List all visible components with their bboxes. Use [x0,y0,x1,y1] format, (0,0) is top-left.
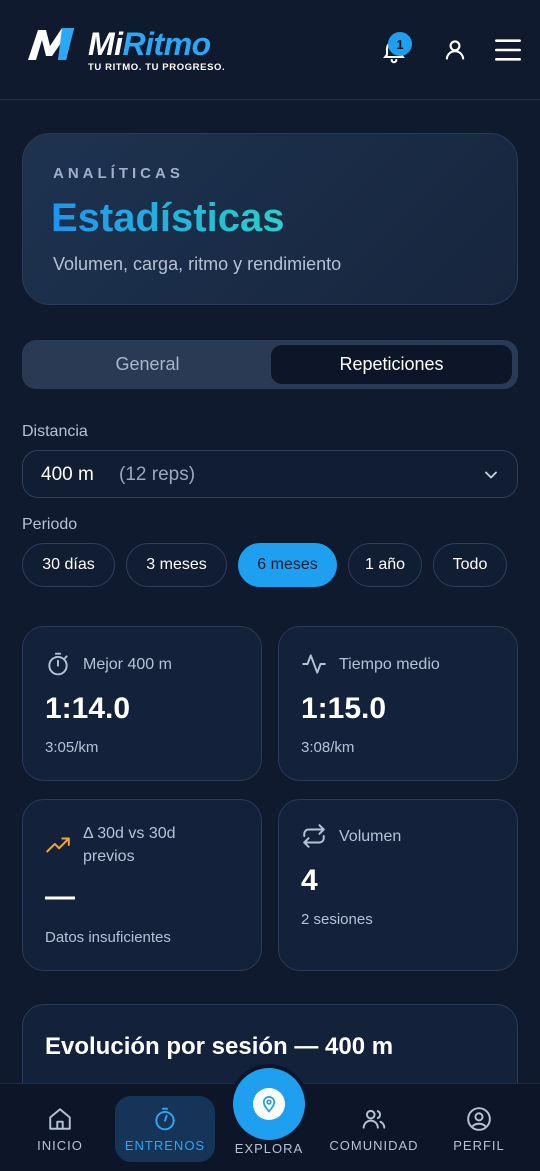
page-title: Estadísticas [51,192,284,244]
stat-card-avg: Tiempo medio 1:15.0 3:08/km [278,626,518,781]
stat-value: 1:14.0 [45,692,131,725]
brand-mi: Mi [88,26,123,62]
distance-value: 400 m [41,464,94,485]
stopwatch-icon [155,1107,175,1131]
users-icon [362,1109,386,1129]
brand-ritmo: Ritmo [122,26,212,62]
nav-label: PERFIL [453,1138,505,1153]
stopwatch-icon [48,652,68,676]
map-pin-icon [262,1096,276,1113]
evolution-title: Evolución por sesión — 400 m [45,1033,394,1060]
user-icon[interactable] [441,36,469,64]
nav-label: ENTRENOS [124,1138,206,1153]
stat-title: Tiempo medio [339,656,440,673]
stat-sub: 2 sesiones [301,911,373,928]
nav-label-explora[interactable]: EXPLORA [219,1141,319,1156]
notification-badge[interactable]: 1 [388,32,412,56]
hamburger-menu-icon[interactable] [494,36,522,64]
stat-title: Volumen [339,828,402,845]
stat-title: Δ 30d vs 30d previos [83,822,176,868]
segmented-tabs: General Repeticiones [22,340,518,389]
user-circle-icon [467,1107,491,1131]
stat-title-line1: Δ 30d vs 30d [83,825,176,842]
repeat-icon [303,824,325,848]
tab-repeticiones[interactable]: Repeticiones [271,345,512,384]
distance-reps: (12 reps) [119,464,196,485]
stat-value: 1:15.0 [301,692,387,725]
trending-up-icon [46,837,70,853]
nav-item-entrenos[interactable]: ENTRENOS [115,1096,215,1162]
period-chip-1y[interactable]: 1 año [348,543,422,587]
explora-fab-inner [253,1088,285,1120]
tab-general[interactable]: General [27,345,268,384]
pulse-icon [302,654,326,674]
stat-sub: 3:08/km [301,739,355,756]
period-chip-30d[interactable]: 30 días [22,543,115,587]
app-header: MiRitmo TU RITMO. TU PROGRESO. 1 [0,0,540,100]
nav-item-comunidad[interactable]: COMUNIDAD [324,1096,424,1162]
period-chip-3m[interactable]: 3 meses [126,543,227,587]
nav-label: INICIO [37,1138,83,1153]
period-label: Periodo [22,516,78,533]
stat-sub: Datos insuficientes [45,929,171,946]
period-chip-6m[interactable]: 6 meses [238,543,337,587]
brand-tagline: TU RITMO. TU PROGRESO. [88,62,226,73]
stat-card-delta: Δ 30d vs 30d previos — Datos insuficient… [22,799,262,971]
stat-value: 4 [301,864,318,897]
nav-item-perfil[interactable]: PERFIL [429,1096,529,1162]
brand-logo[interactable]: MiRitmo TU RITMO. TU PROGRESO. [26,24,246,74]
nav-label: COMUNIDAD [329,1138,419,1153]
stat-sub: 3:05/km [45,739,99,756]
stat-card-volume: Volumen 4 2 sesiones [278,799,518,971]
stat-value: — [45,880,75,913]
distance-select[interactable]: 400 m (12 reps) [22,450,518,498]
page-subtitle: Volumen, carga, ritmo y rendimiento [53,254,342,274]
nav-item-inicio[interactable]: INICIO [10,1096,110,1162]
stat-title: Mejor 400 m [83,656,172,673]
stat-title-line2: previos [83,848,135,865]
home-icon [49,1108,71,1130]
hero-card: ANALÍTICAS Estadísticas Volumen, carga, … [22,133,518,305]
explora-fab-button[interactable] [233,1068,305,1140]
brand-name: MiRitmo [88,24,211,64]
chevron-down-icon [485,471,497,479]
logo-mark-icon [28,28,74,60]
hero-eyebrow: ANALÍTICAS [53,165,184,182]
stat-card-best: Mejor 400 m 1:14.0 3:05/km [22,626,262,781]
distance-label: Distancia [22,423,88,440]
period-chip-all[interactable]: Todo [433,543,507,587]
